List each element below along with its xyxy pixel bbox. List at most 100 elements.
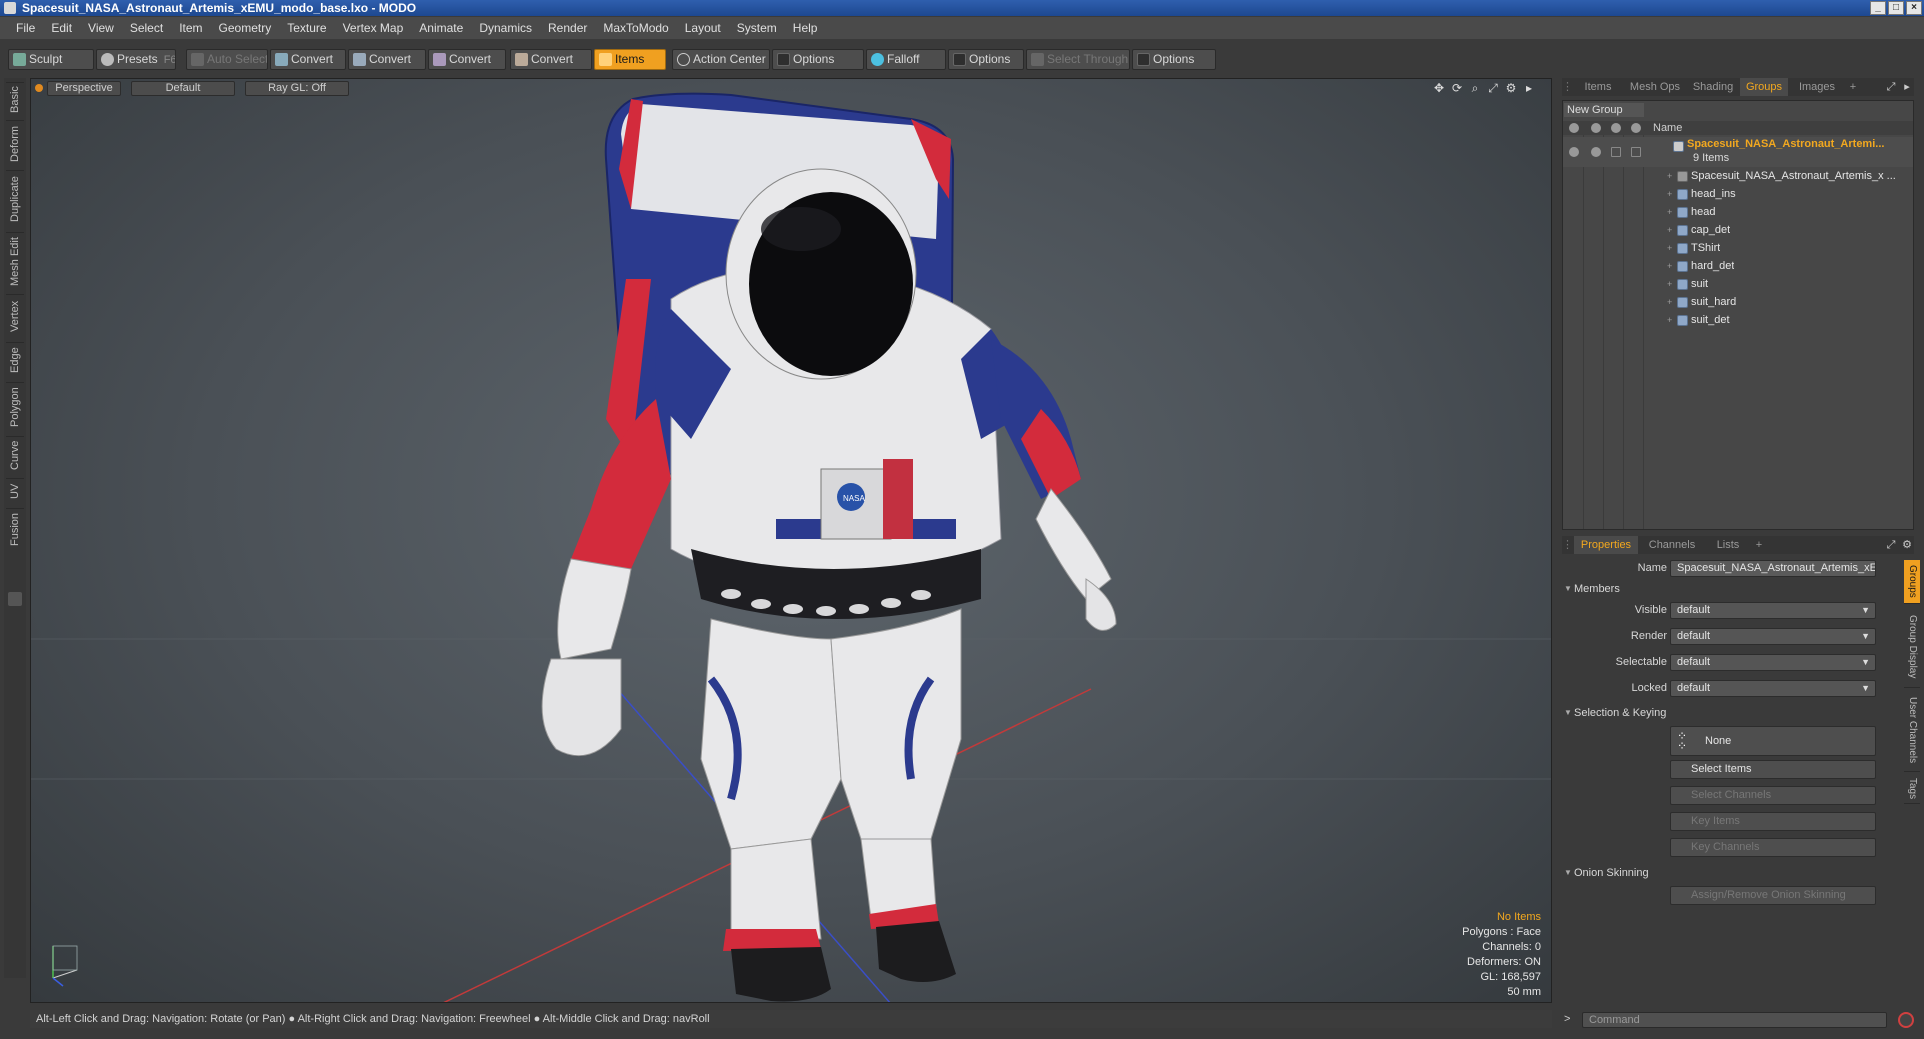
assign-onion-button[interactable]: Assign/Remove Onion Skinning bbox=[1670, 886, 1876, 905]
tab-mesh-edit[interactable]: Mesh Edit bbox=[6, 232, 24, 290]
tab-vertex[interactable]: Vertex bbox=[6, 294, 24, 338]
list-item[interactable]: + cap_det bbox=[1563, 221, 1913, 239]
maximize-button[interactable]: □ bbox=[1888, 1, 1904, 15]
menu-layout[interactable]: Layout bbox=[677, 17, 729, 39]
convert-polygons-button[interactable]: Convert bbox=[428, 49, 506, 70]
tab-duplicate[interactable]: Duplicate bbox=[6, 170, 24, 228]
tab-fusion[interactable]: Fusion bbox=[6, 508, 24, 550]
name-field[interactable]: Spacesuit_NASA_Astronaut_Artemis_xE bbox=[1670, 560, 1876, 577]
tab-groups[interactable]: Groups bbox=[1740, 78, 1788, 96]
tab-items[interactable]: Items bbox=[1574, 78, 1622, 96]
select-through-button[interactable]: Select Through bbox=[1026, 49, 1130, 70]
presets-button[interactable]: Presets F6 bbox=[96, 49, 176, 70]
sculpt-button[interactable]: Sculpt bbox=[8, 49, 94, 70]
menu-system[interactable]: System bbox=[729, 17, 785, 39]
action-center-options-button[interactable]: Options bbox=[772, 49, 864, 70]
group-row[interactable]: Spacesuit_NASA_Astronaut_Artemi... 9 Ite… bbox=[1563, 137, 1913, 167]
list-item[interactable]: + suit_det bbox=[1563, 311, 1913, 329]
move-view-icon[interactable]: ✥ bbox=[1433, 82, 1445, 94]
close-button[interactable]: × bbox=[1906, 1, 1922, 15]
name-column-header[interactable]: Name bbox=[1653, 121, 1682, 135]
convert-items-button[interactable]: Convert bbox=[510, 49, 592, 70]
settings-icon[interactable]: ⚙ bbox=[1900, 536, 1914, 554]
tab-basic[interactable]: Basic bbox=[6, 82, 24, 116]
tab-shading[interactable]: Shading bbox=[1688, 78, 1738, 96]
menu-item[interactable]: Item bbox=[171, 17, 210, 39]
3d-viewport[interactable]: NASA Perspective Default Ray GL: Off ✥ ⟳… bbox=[30, 78, 1552, 1003]
visible-dropdown[interactable]: default ▼ bbox=[1670, 602, 1876, 619]
list-item[interactable]: + TShirt bbox=[1563, 239, 1913, 257]
menu-texture[interactable]: Texture bbox=[279, 17, 334, 39]
menu-help[interactable]: Help bbox=[785, 17, 826, 39]
viewport-menu-icon[interactable] bbox=[35, 84, 43, 92]
locked-dropdown[interactable]: default ▼ bbox=[1670, 680, 1876, 697]
tab-group-display[interactable]: Group Display bbox=[1904, 606, 1920, 688]
render-dropdown[interactable]: default ▼ bbox=[1670, 628, 1876, 645]
rotate-view-icon[interactable]: ⟳ bbox=[1451, 82, 1463, 94]
tab-groups-side[interactable]: Groups bbox=[1904, 560, 1920, 604]
convert-edges-button[interactable]: Convert bbox=[348, 49, 426, 70]
scene-render[interactable]: NASA bbox=[31, 79, 1552, 1003]
list-item[interactable]: + hard_det bbox=[1563, 257, 1913, 275]
panel-menu-icon[interactable]: ▸ bbox=[1900, 78, 1914, 96]
tab-deform[interactable]: Deform bbox=[6, 120, 24, 166]
falloff-button[interactable]: Falloff bbox=[866, 49, 946, 70]
list-item[interactable]: + Spacesuit_NASA_Astronaut_Artemis_x ... bbox=[1563, 167, 1913, 185]
shading-dropdown[interactable]: Default bbox=[131, 81, 235, 96]
render-icon[interactable] bbox=[1591, 147, 1601, 157]
add-tab-button[interactable]: + bbox=[1752, 536, 1766, 554]
menu-select[interactable]: Select bbox=[122, 17, 171, 39]
menu-geometry[interactable]: Geometry bbox=[211, 17, 280, 39]
minimize-button[interactable]: _ bbox=[1870, 1, 1886, 15]
more-icon[interactable]: ▸ bbox=[1523, 82, 1535, 94]
zoom-view-icon[interactable]: ⌕ bbox=[1469, 82, 1481, 94]
select-channels-button[interactable]: Select Channels bbox=[1670, 786, 1876, 805]
tab-channels[interactable]: Channels bbox=[1642, 536, 1702, 554]
list-item[interactable]: + suit_hard bbox=[1563, 293, 1913, 311]
selectable-dropdown[interactable]: default ▼ bbox=[1670, 654, 1876, 671]
select-through-options-button[interactable]: Options bbox=[1132, 49, 1216, 70]
list-item[interactable]: + suit bbox=[1563, 275, 1913, 293]
fit-view-icon[interactable]: ⤢ bbox=[1487, 82, 1499, 94]
record-macro-icon[interactable] bbox=[1898, 1012, 1914, 1028]
tab-lists[interactable]: Lists bbox=[1706, 536, 1750, 554]
tab-edge[interactable]: Edge bbox=[6, 342, 24, 378]
none-button[interactable]: ⁘ ⁘ None bbox=[1670, 726, 1876, 756]
select-items-button[interactable]: Select Items bbox=[1670, 760, 1876, 779]
menu-animate[interactable]: Animate bbox=[411, 17, 471, 39]
add-tab-button[interactable]: + bbox=[1846, 78, 1860, 96]
expand-icon[interactable]: ⤢ bbox=[1884, 536, 1898, 554]
list-item[interactable]: + head_ins bbox=[1563, 185, 1913, 203]
members-section[interactable]: ▼ Members bbox=[1562, 580, 1892, 598]
selectable-icon[interactable] bbox=[1611, 147, 1621, 157]
menu-view[interactable]: View bbox=[80, 17, 122, 39]
menu-render[interactable]: Render bbox=[540, 17, 595, 39]
list-item[interactable]: + head bbox=[1563, 203, 1913, 221]
menu-dynamics[interactable]: Dynamics bbox=[471, 17, 540, 39]
tab-tags[interactable]: Tags bbox=[1904, 774, 1920, 804]
key-items-button[interactable]: Key Items bbox=[1670, 812, 1876, 831]
action-center-button[interactable]: Action Center bbox=[672, 49, 770, 70]
key-channels-button[interactable]: Key Channels bbox=[1670, 838, 1876, 857]
visibility-icon[interactable] bbox=[1569, 147, 1579, 157]
panel-toggle-icon[interactable] bbox=[8, 592, 22, 606]
selection-keying-section[interactable]: ▼ Selection & Keying bbox=[1562, 704, 1892, 722]
command-input[interactable]: Command bbox=[1582, 1012, 1887, 1028]
tab-images[interactable]: Images bbox=[1790, 78, 1844, 96]
view-type-dropdown[interactable]: Perspective bbox=[47, 81, 121, 96]
tab-properties[interactable]: Properties bbox=[1574, 536, 1638, 554]
convert-vertices-button[interactable]: Convert bbox=[270, 49, 346, 70]
expand-icon[interactable]: ⤢ bbox=[1884, 78, 1898, 96]
menu-file[interactable]: File bbox=[8, 17, 43, 39]
menu-vertex-map[interactable]: Vertex Map bbox=[335, 17, 412, 39]
onion-skinning-section[interactable]: ▼ Onion Skinning bbox=[1562, 864, 1892, 882]
tab-polygon[interactable]: Polygon bbox=[6, 382, 24, 432]
tab-user-channels[interactable]: User Channels bbox=[1904, 690, 1920, 772]
tab-curve[interactable]: Curve bbox=[6, 436, 24, 474]
tab-mesh-ops[interactable]: Mesh Ops bbox=[1624, 78, 1686, 96]
menu-maxtomodo[interactable]: MaxToModo bbox=[595, 17, 676, 39]
raygl-toggle[interactable]: Ray GL: Off bbox=[245, 81, 349, 96]
items-mode-button[interactable]: Items bbox=[594, 49, 666, 70]
menu-edit[interactable]: Edit bbox=[43, 17, 80, 39]
new-group-button[interactable]: New Group bbox=[1564, 103, 1644, 117]
